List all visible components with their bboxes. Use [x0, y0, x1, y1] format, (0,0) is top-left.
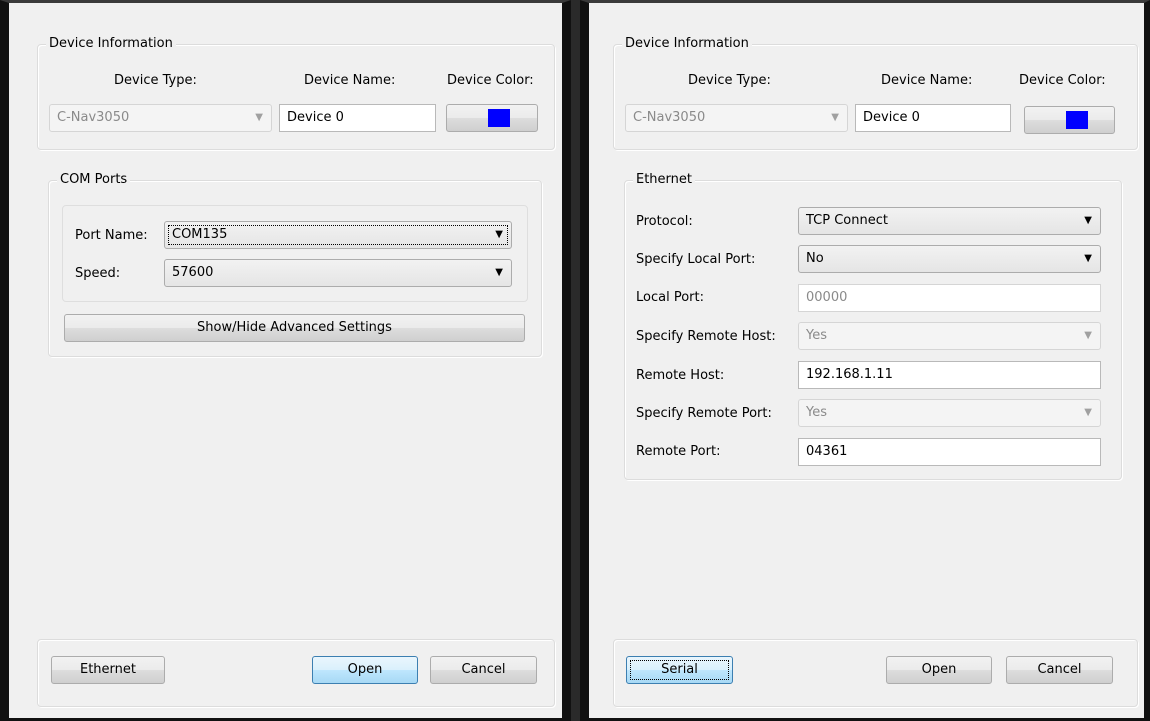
serial-button[interactable]: Serial: [626, 656, 733, 684]
chevron-down-icon: ▼: [1084, 215, 1092, 226]
specify-local-port-dropdown[interactable]: No ▼: [798, 245, 1101, 273]
chevron-down-icon: ▼: [495, 267, 503, 278]
device-color-button[interactable]: [1024, 106, 1115, 134]
remote-port-input[interactable]: 04361: [798, 438, 1101, 466]
device-name-label: Device Name:: [881, 73, 973, 88]
device-type-label: Device Type:: [114, 73, 197, 88]
port-name-value: COM135: [172, 227, 228, 242]
device-information-group: Device Information: [37, 36, 555, 150]
device-color-button[interactable]: [446, 104, 538, 132]
port-name-dropdown[interactable]: COM135 ▼: [164, 221, 512, 249]
serial-button-label: Serial: [661, 662, 698, 677]
ethernet-button[interactable]: Ethernet: [51, 656, 165, 684]
device-type-value: C-Nav3050: [57, 110, 130, 125]
remote-port-label: Remote Port:: [636, 444, 721, 459]
remote-host-label: Remote Host:: [636, 368, 725, 383]
show-hide-advanced-button[interactable]: Show/Hide Advanced Settings: [64, 314, 525, 342]
device-information-title: Device Information: [46, 36, 176, 52]
specify-remote-host-dropdown[interactable]: Yes ▼: [798, 322, 1101, 350]
protocol-dropdown[interactable]: TCP Connect ▼: [798, 207, 1101, 235]
device-information-title: Device Information: [622, 36, 752, 52]
open-button[interactable]: Open: [886, 656, 992, 684]
chevron-down-icon: ▼: [1084, 253, 1092, 264]
protocol-label: Protocol:: [636, 214, 693, 229]
ethernet-device-dialog: Device Information Device Type: Device N…: [580, 0, 1150, 721]
chevron-down-icon: ▼: [495, 229, 503, 240]
device-type-value: C-Nav3050: [633, 110, 706, 125]
specify-remote-port-value: Yes: [806, 405, 827, 420]
port-name-label: Port Name:: [75, 228, 148, 243]
specify-local-port-label: Specify Local Port:: [636, 252, 756, 267]
chevron-down-icon: ▼: [255, 112, 263, 123]
specify-remote-host-value: Yes: [806, 328, 827, 343]
speed-label: Speed:: [75, 266, 121, 281]
local-port-input[interactable]: 00000: [798, 284, 1101, 312]
specify-local-port-value: No: [806, 251, 824, 266]
local-port-label: Local Port:: [636, 290, 704, 305]
device-name-label: Device Name:: [304, 73, 396, 88]
protocol-value: TCP Connect: [806, 213, 888, 228]
device-type-dropdown[interactable]: C-Nav3050 ▼: [49, 104, 272, 132]
device-color-label: Device Color:: [447, 73, 534, 88]
device-color-swatch: [488, 109, 510, 127]
serial-device-dialog: Device Information Device Type: Device N…: [0, 0, 571, 721]
specify-remote-port-label: Specify Remote Port:: [636, 406, 772, 421]
speed-dropdown[interactable]: 57600 ▼: [164, 259, 512, 287]
device-type-label: Device Type:: [688, 73, 771, 88]
device-name-input[interactable]: Device 0: [855, 104, 1011, 132]
ethernet-title: Ethernet: [633, 172, 695, 188]
device-information-group: Device Information: [613, 36, 1138, 150]
port-settings-panel: [62, 205, 528, 302]
specify-remote-port-dropdown[interactable]: Yes ▼: [798, 399, 1101, 427]
open-button[interactable]: Open: [312, 656, 418, 684]
device-color-swatch: [1065, 111, 1088, 129]
cancel-button[interactable]: Cancel: [1006, 656, 1113, 684]
specify-remote-host-label: Specify Remote Host:: [636, 329, 776, 344]
cancel-button[interactable]: Cancel: [430, 656, 537, 684]
com-ports-title: COM Ports: [57, 172, 131, 188]
device-color-label: Device Color:: [1019, 73, 1106, 88]
device-type-dropdown[interactable]: C-Nav3050 ▼: [625, 104, 848, 132]
chevron-down-icon: ▼: [1084, 407, 1092, 418]
device-name-input[interactable]: Device 0: [279, 104, 436, 132]
chevron-down-icon: ▼: [1084, 330, 1092, 341]
remote-host-input[interactable]: 192.168.1.11: [798, 361, 1101, 389]
chevron-down-icon: ▼: [831, 112, 839, 123]
speed-value: 57600: [172, 265, 214, 280]
